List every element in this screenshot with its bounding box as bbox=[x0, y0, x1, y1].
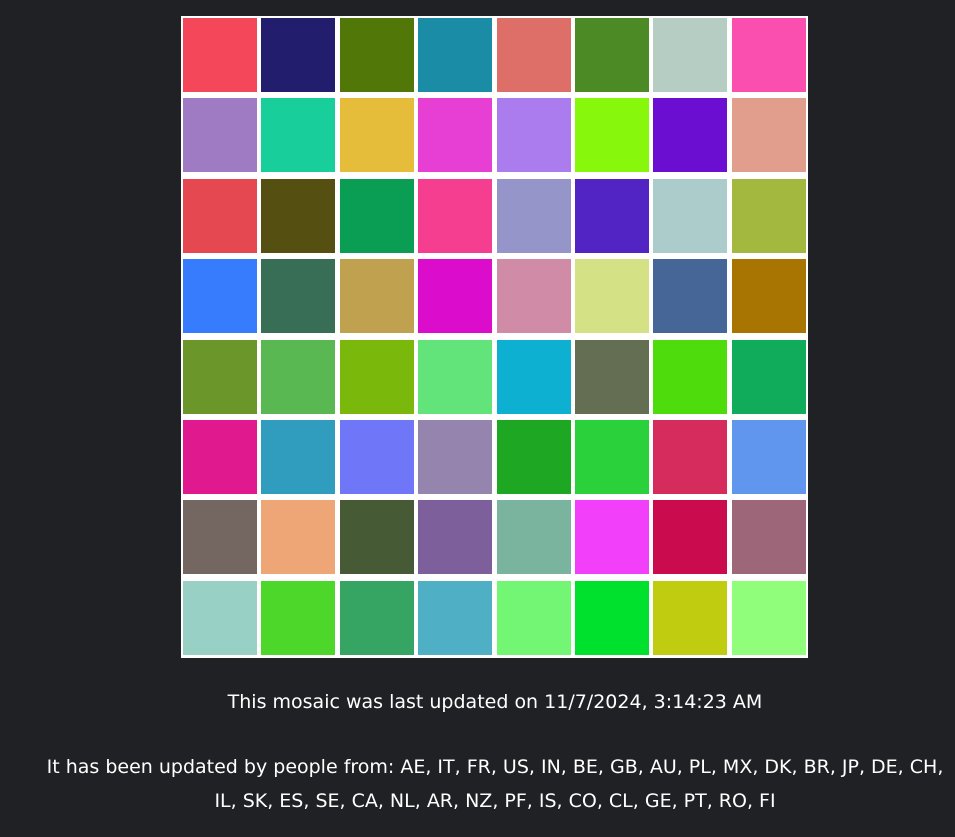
mosaic-tile-r2-c2[interactable] bbox=[260, 97, 337, 174]
mosaic-tile-r5-c6[interactable] bbox=[573, 338, 650, 415]
mosaic-tile-r8-c4[interactable] bbox=[417, 579, 494, 656]
mosaic-tile-r3-c2[interactable] bbox=[260, 177, 337, 254]
mosaic-tile-r6-c6[interactable] bbox=[573, 418, 650, 495]
mosaic-tile-r3-c5[interactable] bbox=[495, 177, 572, 254]
mosaic-tile-r8-c1[interactable] bbox=[182, 579, 258, 656]
mosaic-tile-r1-c8[interactable] bbox=[730, 17, 807, 93]
mosaic-tile-r1-c6[interactable] bbox=[573, 17, 650, 93]
mosaic-tile-r1-c5[interactable] bbox=[495, 17, 572, 93]
mosaic-tile-r4-c2[interactable] bbox=[260, 258, 337, 335]
mosaic-tile-r5-c1[interactable] bbox=[182, 338, 258, 415]
mosaic-tile-r3-c3[interactable] bbox=[338, 177, 415, 254]
mosaic-tile-r5-c5[interactable] bbox=[495, 338, 572, 415]
contributor-countries-text: It has been updated by people from: AE, … bbox=[46, 756, 944, 812]
mosaic-tile-r6-c7[interactable] bbox=[652, 418, 729, 495]
mosaic-tile-r2-c8[interactable] bbox=[730, 97, 807, 174]
mosaic-tile-r1-c1[interactable] bbox=[182, 17, 258, 93]
mosaic-tile-r2-c7[interactable] bbox=[652, 97, 729, 174]
mosaic-tile-r7-c6[interactable] bbox=[573, 499, 650, 576]
mosaic-tile-r6-c3[interactable] bbox=[338, 418, 415, 495]
mosaic-tile-r6-c8[interactable] bbox=[730, 418, 807, 495]
mosaic-tile-r2-c4[interactable] bbox=[417, 97, 494, 174]
mosaic-tile-r2-c3[interactable] bbox=[338, 97, 415, 174]
mosaic-tile-r6-c2[interactable] bbox=[260, 418, 337, 495]
mosaic-tile-r1-c2[interactable] bbox=[260, 17, 337, 93]
mosaic-tile-r2-c6[interactable] bbox=[573, 97, 650, 174]
mosaic-tile-r1-c3[interactable] bbox=[338, 17, 415, 93]
mosaic-tile-r7-c1[interactable] bbox=[182, 499, 258, 576]
mosaic-tile-r7-c4[interactable] bbox=[417, 499, 494, 576]
mosaic-tile-r5-c8[interactable] bbox=[730, 338, 807, 415]
mosaic-tile-r4-c6[interactable] bbox=[573, 258, 650, 335]
mosaic-tile-r5-c2[interactable] bbox=[260, 338, 337, 415]
mosaic-tile-r2-c1[interactable] bbox=[182, 97, 258, 174]
last-updated-text: This mosaic was last updated on 11/7/202… bbox=[227, 691, 763, 713]
mosaic-tile-r6-c4[interactable] bbox=[417, 418, 494, 495]
mosaic-tile-r3-c8[interactable] bbox=[730, 177, 807, 254]
mosaic-tile-r6-c1[interactable] bbox=[182, 418, 258, 495]
mosaic-tile-r7-c5[interactable] bbox=[495, 499, 572, 576]
mosaic-tile-r1-c4[interactable] bbox=[417, 17, 494, 93]
mosaic-tile-r8-c6[interactable] bbox=[573, 579, 650, 656]
mosaic-tile-r3-c7[interactable] bbox=[652, 177, 729, 254]
mosaic-grid bbox=[181, 16, 808, 658]
mosaic-tile-r3-c6[interactable] bbox=[573, 177, 650, 254]
mosaic-tile-r7-c2[interactable] bbox=[260, 499, 337, 576]
mosaic-tile-r8-c5[interactable] bbox=[495, 579, 572, 656]
mosaic-tile-r2-c5[interactable] bbox=[495, 97, 572, 174]
mosaic-tile-r7-c7[interactable] bbox=[652, 499, 729, 576]
mosaic-tile-r4-c1[interactable] bbox=[182, 258, 258, 335]
mosaic-tile-r4-c5[interactable] bbox=[495, 258, 572, 335]
mosaic-tile-r8-c7[interactable] bbox=[652, 579, 729, 656]
mosaic-tile-r5-c4[interactable] bbox=[417, 338, 494, 415]
mosaic-tile-r4-c3[interactable] bbox=[338, 258, 415, 335]
mosaic-tile-r4-c7[interactable] bbox=[652, 258, 729, 335]
mosaic-tile-r7-c3[interactable] bbox=[338, 499, 415, 576]
mosaic-tile-r5-c3[interactable] bbox=[338, 338, 415, 415]
mosaic-tile-r8-c2[interactable] bbox=[260, 579, 337, 656]
mosaic-tile-r7-c8[interactable] bbox=[730, 499, 807, 576]
mosaic-tile-r4-c4[interactable] bbox=[417, 258, 494, 335]
mosaic-tile-r5-c7[interactable] bbox=[652, 338, 729, 415]
mosaic-tile-r4-c8[interactable] bbox=[730, 258, 807, 335]
mosaic-tile-r6-c5[interactable] bbox=[495, 418, 572, 495]
mosaic-tile-r3-c4[interactable] bbox=[417, 177, 494, 254]
mosaic-tile-r3-c1[interactable] bbox=[182, 177, 258, 254]
mosaic-tile-r1-c7[interactable] bbox=[652, 17, 729, 93]
mosaic-tile-r8-c3[interactable] bbox=[338, 579, 415, 656]
mosaic-tile-r8-c8[interactable] bbox=[730, 579, 807, 656]
